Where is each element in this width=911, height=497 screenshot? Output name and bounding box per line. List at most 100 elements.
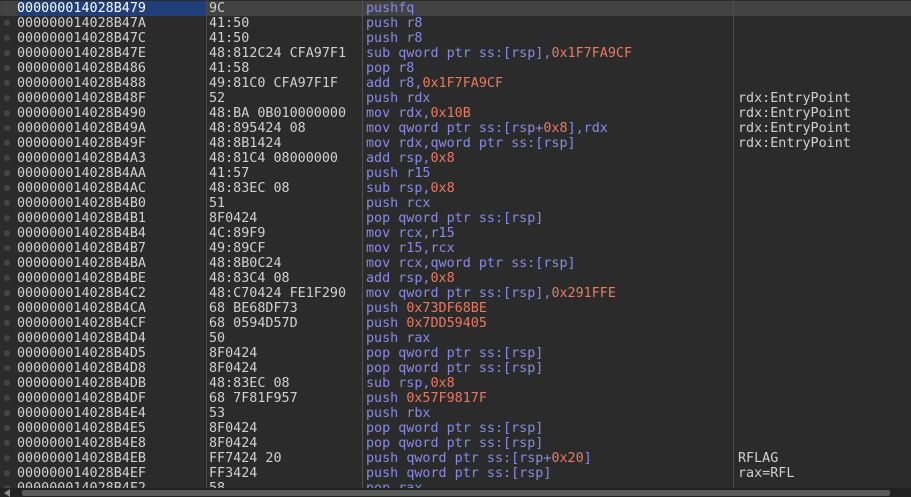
- row-instruction: push rcx: [366, 196, 732, 211]
- disasm-row[interactable]: 000000014028B4BA 48:8B0C24 mov rcx,qword p…: [0, 256, 911, 271]
- disasm-row[interactable]: 000000014028B4B7 49:89CF mov r15,rcx: [0, 241, 911, 256]
- breakpoint-gutter[interactable]: [0, 121, 14, 136]
- scroll-left-arrow-icon[interactable]: [4, 489, 10, 497]
- disasm-row[interactable]: 000000014028B4C2 48:C70424 FE1F290 mov qwo…: [0, 286, 911, 301]
- breakpoint-gutter[interactable]: [0, 16, 14, 31]
- breakpoint-gutter[interactable]: [0, 481, 14, 488]
- breakpoint-gutter[interactable]: [0, 166, 14, 181]
- disasm-row[interactable]: 000000014028B4E5 8F0424 pop qword ptr ss:[…: [0, 421, 911, 436]
- row-instruction: sub qword ptr ss:[rsp],0x1F7FA9CF: [366, 46, 732, 61]
- breakpoint-gutter[interactable]: [0, 1, 14, 16]
- disasm-row[interactable]: 000000014028B4B1 8F0424 pop qword ptr ss:[…: [0, 211, 911, 226]
- breakpoint-gutter[interactable]: [0, 241, 14, 256]
- breakpoint-dot-icon: [4, 125, 10, 131]
- disasm-row[interactable]: 000000014028B4AC 48:83EC 08 sub rsp,0x8: [0, 181, 911, 196]
- disasm-row[interactable]: 000000014028B4DF 68 7F81F957 push 0x57F981…: [0, 391, 911, 406]
- disasm-row[interactable]: 000000014028B486 41:58 pop r8: [0, 61, 911, 76]
- instruction-mnemonic: pop: [366, 436, 391, 451]
- breakpoint-gutter[interactable]: [0, 331, 14, 346]
- breakpoint-gutter[interactable]: [0, 76, 14, 91]
- row-bytes: 51: [209, 196, 226, 211]
- disasm-row[interactable]: 000000014028B4CA 68 BE68DF73 push 0x73DF68…: [0, 301, 911, 316]
- disasm-row[interactable]: 000000014028B479 9C pushfq: [0, 1, 911, 16]
- row-instruction: push rbx: [366, 406, 732, 421]
- disasm-row[interactable]: 000000014028B49F 48:8B1424 mov rdx,qword p…: [0, 136, 911, 151]
- breakpoint-gutter[interactable]: [0, 46, 14, 61]
- disasm-row[interactable]: 000000014028B4E4 53 push rbx: [0, 406, 911, 421]
- breakpoint-gutter[interactable]: [0, 196, 14, 211]
- instruction-mnemonic: mov: [366, 256, 391, 271]
- row-bytes: 48:8B1424: [209, 136, 282, 151]
- disasm-row[interactable]: 000000014028B4D8 8F0424 pop qword ptr ss:[…: [0, 361, 911, 376]
- disasm-row[interactable]: 000000014028B4BE 48:83C4 08 add rsp,0x8: [0, 271, 911, 286]
- breakpoint-gutter[interactable]: [0, 106, 14, 121]
- breakpoint-dot-icon: [4, 95, 10, 101]
- instruction-mnemonic: mov: [366, 226, 391, 241]
- breakpoint-gutter[interactable]: [0, 271, 14, 286]
- breakpoint-gutter[interactable]: [0, 151, 14, 166]
- breakpoint-dot-icon: [4, 20, 10, 26]
- breakpoint-dot-icon: [4, 170, 10, 176]
- breakpoint-gutter[interactable]: [0, 211, 14, 226]
- disasm-row[interactable]: 000000014028B4F258 pop rax: [0, 481, 911, 488]
- operand-immediate: 0x7DD59405: [406, 316, 487, 331]
- disasm-row[interactable]: 000000014028B48F 52 push rdx rdx:EntryPoint: [0, 91, 911, 106]
- breakpoint-gutter[interactable]: [0, 361, 14, 376]
- disasm-row[interactable]: 000000014028B47A 41:50 push r8: [0, 16, 911, 31]
- disasm-row[interactable]: 000000014028B4B0 51 push rcx: [0, 196, 911, 211]
- breakpoint-gutter[interactable]: [0, 61, 14, 76]
- breakpoint-gutter[interactable]: [0, 466, 14, 481]
- row-instruction: pop r8: [366, 61, 732, 76]
- instruction-mnemonic: pop: [366, 421, 391, 436]
- disasm-row[interactable]: 000000014028B47E 48:812C24 CFA97F1 sub qwo…: [0, 46, 911, 61]
- horizontal-scroll-thumb[interactable]: [22, 490, 890, 496]
- breakpoint-gutter[interactable]: [0, 436, 14, 451]
- disasm-row[interactable]: 000000014028B4B4 4C:89F9 mov rcx,r15: [0, 226, 911, 241]
- disasm-row[interactable]: 000000014028B4AA 41:57 push r15: [0, 166, 911, 181]
- operand-immediate: 0x10B: [430, 106, 471, 121]
- breakpoint-gutter[interactable]: [0, 376, 14, 391]
- operand-text: rdx: [406, 91, 431, 106]
- breakpoint-gutter[interactable]: [0, 421, 14, 436]
- disasm-row[interactable]: 000000014028B4EB FF7424 20 push qword ptr …: [0, 451, 911, 466]
- breakpoint-gutter[interactable]: [0, 91, 14, 106]
- breakpoint-gutter[interactable]: [0, 346, 14, 361]
- disasm-row[interactable]: 000000014028B4EF FF3424 push qword ptr ss:…: [0, 466, 911, 481]
- breakpoint-gutter[interactable]: [0, 391, 14, 406]
- disasm-row[interactable]: 000000014028B490 48:BA 0B010000000 mov rdx…: [0, 106, 911, 121]
- disasm-row[interactable]: 000000014028B49A 48:895424 08 mov qword pt…: [0, 121, 911, 136]
- breakpoint-gutter[interactable]: [0, 301, 14, 316]
- disasm-row[interactable]: 000000014028B4DB 48:83EC 08 sub rsp,0x8: [0, 376, 911, 391]
- operand-text: qword ptr ss:[rsp]: [398, 346, 544, 361]
- disasm-row[interactable]: 000000014028B4E8 8F0424 pop qword ptr ss:[…: [0, 436, 911, 451]
- row-address: 000000014028B4E8: [17, 436, 146, 451]
- disasm-row[interactable]: 000000014028B47C 41:50 push r8: [0, 31, 911, 46]
- breakpoint-gutter[interactable]: [0, 181, 14, 196]
- row-address: 000000014028B4BA: [17, 256, 146, 271]
- row-address: 000000014028B486: [17, 61, 146, 76]
- row-address: 000000014028B4D5: [17, 346, 146, 361]
- disassembly-view[interactable]: 000000014028B4F258pop rax000000014028B4E…: [0, 0, 911, 488]
- breakpoint-gutter[interactable]: [0, 316, 14, 331]
- operand-immediate: 0x8: [430, 376, 455, 391]
- disasm-row[interactable]: 000000014028B4A3 48:81C4 08000000 add rsp,…: [0, 151, 911, 166]
- breakpoint-dot-icon: [4, 410, 10, 416]
- row-bytes: 53: [209, 406, 226, 421]
- row-instruction: mov rdx,0x10B: [366, 106, 732, 121]
- breakpoint-gutter[interactable]: [0, 406, 14, 421]
- disasm-row[interactable]: 000000014028B4D4 50 push rax: [0, 331, 911, 346]
- disasm-row[interactable]: 000000014028B4D5 8F0424 pop qword ptr ss:[…: [0, 346, 911, 361]
- breakpoint-gutter[interactable]: [0, 31, 14, 46]
- breakpoint-dot-icon: [4, 110, 10, 116]
- breakpoint-dot-icon: [4, 335, 10, 341]
- breakpoint-gutter[interactable]: [0, 286, 14, 301]
- operand-text: rdx,: [398, 106, 431, 121]
- breakpoint-gutter[interactable]: [0, 256, 14, 271]
- row-instruction: add r8,0x1F7FA9CF: [366, 76, 732, 91]
- operand-text: ]: [583, 451, 592, 466]
- breakpoint-gutter[interactable]: [0, 226, 14, 241]
- breakpoint-gutter[interactable]: [0, 136, 14, 151]
- disasm-row[interactable]: 000000014028B4CF 68 0594D57D push 0x7DD594…: [0, 316, 911, 331]
- breakpoint-gutter[interactable]: [0, 451, 14, 466]
- disasm-row[interactable]: 000000014028B488 49:81C0 CFA97F1F add r8,0…: [0, 76, 911, 91]
